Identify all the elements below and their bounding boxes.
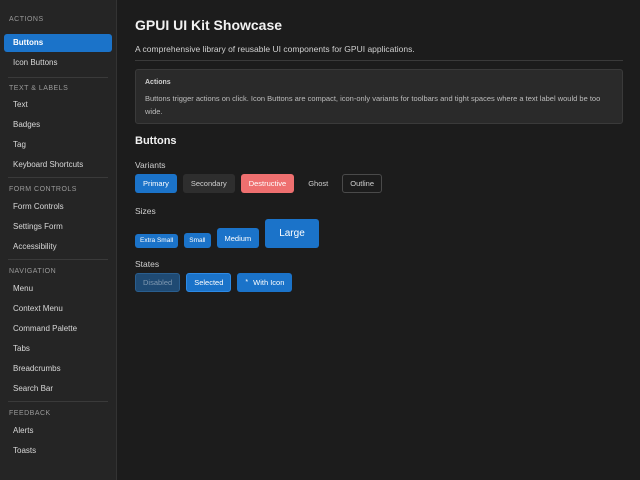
page-subtitle: A comprehensive library of reusable UI c… (135, 44, 415, 54)
states-label: States (135, 259, 160, 269)
sidebar-item-search-bar[interactable]: Search Bar (4, 380, 112, 398)
sidebar-item-text[interactable]: Text (4, 96, 112, 114)
sidebar-section-title: NAVIGATION (9, 268, 57, 275)
sidebar-item-tabs[interactable]: Tabs (4, 340, 112, 358)
sidebar-section-title: FORM CONTROLS (9, 186, 77, 193)
sidebar-item-badges[interactable]: Badges (4, 116, 112, 134)
sidebar-item-form-controls[interactable]: Form Controls (4, 198, 112, 216)
sidebar-item-context-menu[interactable]: Context Menu (4, 300, 112, 318)
sidebar-divider (8, 259, 108, 260)
sizes-label: Sizes (135, 206, 156, 216)
sidebar-item-icon-buttons[interactable]: Icon Buttons (4, 54, 112, 72)
medium-button[interactable]: Medium (216, 228, 260, 248)
sizes-row: Extra Small Small Medium Large (135, 219, 319, 248)
sidebar-section-navigation: NAVIGATION Menu Context Menu Command Pal… (0, 267, 116, 398)
section-title: Buttons (135, 135, 177, 147)
with-icon-label: With Icon (253, 278, 285, 287)
sidebar-section-title: TEXT & LABELS (9, 85, 69, 92)
ghost-button[interactable]: Ghost (300, 174, 336, 193)
sidebar-item-buttons[interactable]: Buttons (4, 34, 112, 52)
extra-small-button[interactable]: Extra Small (135, 233, 179, 248)
sidebar-item-alerts[interactable]: Alerts (4, 422, 112, 440)
sidebar-item-tag[interactable]: Tag (4, 136, 112, 154)
callout-title: Actions (145, 79, 171, 86)
variants-label: Variants (135, 160, 166, 170)
page-title: GPUI UI Kit Showcase (135, 17, 283, 33)
variants-row: Primary Secondary Destructive Ghost Outl… (135, 174, 382, 193)
sidebar-section-title: ACTIONS (9, 16, 44, 23)
sidebar-item-command-palette[interactable]: Command Palette (4, 320, 112, 338)
small-button[interactable]: Small (184, 232, 211, 248)
sidebar-item-settings-form[interactable]: Settings Form (4, 218, 112, 236)
sidebar-section-text-labels: TEXT & LABELS Text Badges Tag Keyboard S… (0, 84, 116, 174)
large-button[interactable]: Large (265, 219, 319, 248)
sidebar-divider (8, 177, 108, 178)
primary-button[interactable]: Primary (135, 174, 177, 193)
sidebar-item-menu[interactable]: Menu (4, 280, 112, 298)
secondary-button[interactable]: Secondary (182, 174, 235, 193)
callout-text: Buttons trigger actions on click. Icon B… (145, 94, 601, 116)
destructive-button[interactable]: Destructive (240, 174, 295, 193)
header-divider (135, 60, 623, 61)
selected-button[interactable]: Selected (186, 273, 232, 292)
main-content: GPUI UI Kit Showcase A comprehensive lib… (118, 0, 640, 480)
sidebar-section-form-controls: FORM CONTROLS Form Controls Settings For… (0, 185, 116, 256)
sidebar-divider (8, 401, 108, 402)
sidebar-item-keyboard-shortcuts[interactable]: Keyboard Shortcuts (4, 156, 112, 174)
star-icon: * (245, 279, 249, 286)
outline-button[interactable]: Outline (342, 174, 382, 193)
sidebar-section-feedback: FEEDBACK Alerts Toasts (0, 409, 116, 460)
disabled-button: Disabled (135, 273, 181, 292)
info-callout: Actions Buttons trigger actions on click… (135, 69, 623, 124)
sidebar-item-toasts[interactable]: Toasts (4, 442, 112, 460)
sidebar-divider (8, 77, 108, 78)
sidebar-section-actions: ACTIONS Buttons Icon Buttons (0, 15, 116, 72)
sidebar: ACTIONS Buttons Icon Buttons TEXT & LABE… (0, 0, 117, 480)
sidebar-section-title: FEEDBACK (9, 410, 51, 417)
states-row: Disabled Selected * With Icon (135, 273, 293, 292)
sidebar-item-accessibility[interactable]: Accessibility (4, 238, 112, 256)
with-icon-button[interactable]: * With Icon (237, 273, 293, 292)
sidebar-item-breadcrumbs[interactable]: Breadcrumbs (4, 360, 112, 378)
